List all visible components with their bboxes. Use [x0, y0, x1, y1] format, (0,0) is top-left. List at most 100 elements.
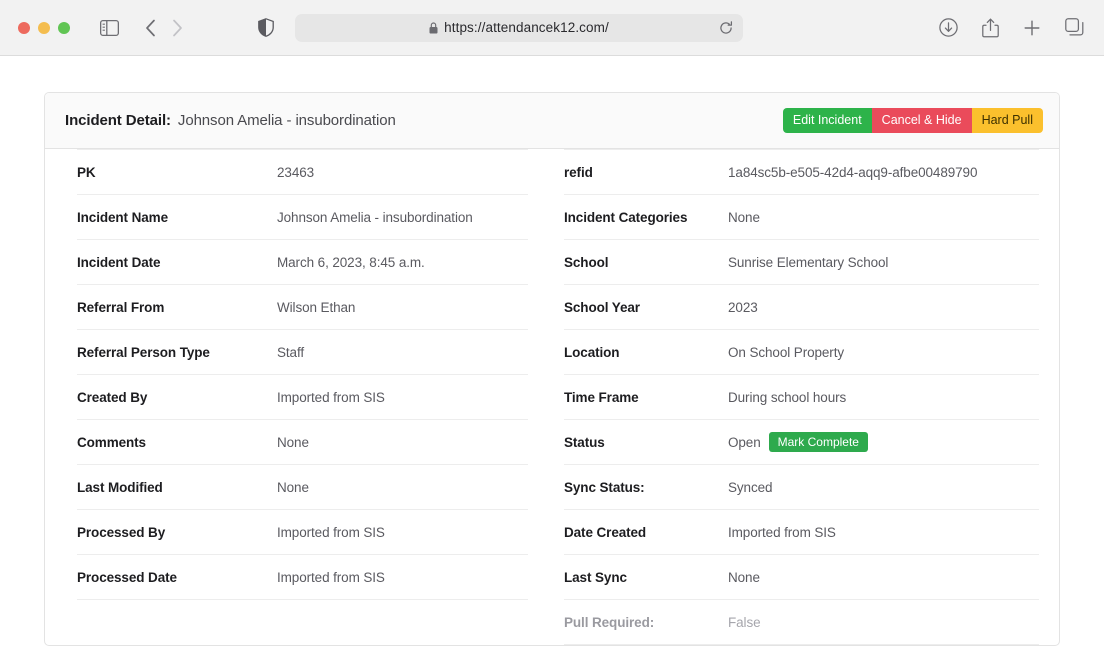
left-detail-table: PK 23463 Incident Name Johnson Amelia - …	[77, 149, 528, 600]
header-action-buttons: Edit Incident Cancel & Hide Hard Pull	[782, 108, 1043, 133]
table-row-status: Status Open Mark Complete	[564, 419, 1039, 465]
row-value: None	[728, 194, 1039, 240]
zoom-window-button[interactable]	[58, 21, 70, 34]
row-value: None	[728, 554, 1039, 600]
chevron-left-icon[interactable]	[145, 19, 156, 37]
minimize-window-button[interactable]	[38, 21, 50, 34]
row-label: Location	[564, 329, 728, 375]
row-value: Synced	[728, 464, 1039, 510]
row-value: During school hours	[728, 374, 1039, 420]
share-icon[interactable]	[982, 18, 999, 38]
hard-pull-button[interactable]: Hard Pull	[971, 108, 1043, 133]
table-row: Last Sync None	[564, 554, 1039, 600]
incident-detail-card: Incident Detail: Johnson Amelia - insubo…	[44, 92, 1060, 646]
table-row: Incident Name Johnson Amelia - insubordi…	[77, 194, 528, 240]
lock-icon	[429, 21, 438, 34]
row-value: 23463	[277, 149, 528, 195]
card-body: PK 23463 Incident Name Johnson Amelia - …	[45, 149, 1059, 645]
table-row: Pull Required: False	[564, 599, 1039, 645]
row-value: Imported from SIS	[277, 554, 528, 600]
row-value: Johnson Amelia - insubordination	[277, 194, 528, 240]
row-value: March 6, 2023, 8:45 a.m.	[277, 239, 528, 285]
row-label: PK	[77, 149, 277, 195]
sidebar-icon[interactable]	[100, 19, 119, 36]
shield-icon[interactable]	[258, 18, 274, 37]
right-table-body: refid 1a84sc5b-e505-42d4-aqq9-afbe004897…	[564, 149, 1039, 645]
row-value: 1a84sc5b-e505-42d4-aqq9-afbe00489790	[728, 149, 1039, 195]
table-row: Incident Categories None	[564, 194, 1039, 240]
close-window-button[interactable]	[18, 21, 30, 34]
page-title: Incident Detail:	[65, 112, 171, 129]
row-value: Wilson Ethan	[277, 284, 528, 330]
row-label: Created By	[77, 374, 277, 420]
row-value: 2023	[728, 284, 1039, 330]
row-label: Processed By	[77, 509, 277, 555]
row-label: Processed Date	[77, 554, 277, 600]
row-label: School Year	[564, 284, 728, 330]
window-controls	[18, 21, 70, 34]
table-row: Referral Person Type Staff	[77, 329, 528, 375]
row-label: Time Frame	[564, 374, 728, 420]
row-value: False	[728, 599, 1039, 645]
row-label: Status	[564, 419, 728, 465]
table-row: Location On School Property	[564, 329, 1039, 375]
chevron-right-icon	[172, 19, 183, 37]
row-label: Referral Person Type	[77, 329, 277, 375]
table-row: Incident Date March 6, 2023, 8:45 a.m.	[77, 239, 528, 285]
right-detail-table: refid 1a84sc5b-e505-42d4-aqq9-afbe004897…	[564, 149, 1039, 645]
table-row: Time Frame During school hours	[564, 374, 1039, 420]
right-detail-column: refid 1a84sc5b-e505-42d4-aqq9-afbe004897…	[552, 149, 1059, 645]
plus-icon[interactable]	[1023, 19, 1041, 37]
row-label: refid	[564, 149, 728, 195]
reload-icon[interactable]	[719, 20, 733, 35]
row-label: Last Sync	[564, 554, 728, 600]
url-text: https://attendancek12.com/	[444, 20, 609, 35]
row-value-status: Open Mark Complete	[728, 419, 1039, 465]
row-value: Imported from SIS	[277, 374, 528, 420]
download-icon[interactable]	[939, 18, 958, 37]
table-row: PK 23463	[77, 149, 528, 195]
row-label: Incident Categories	[564, 194, 728, 240]
status-cell: Open Mark Complete	[728, 432, 1039, 452]
table-row: refid 1a84sc5b-e505-42d4-aqq9-afbe004897…	[564, 149, 1039, 195]
row-value: On School Property	[728, 329, 1039, 375]
browser-toolbar: https://attendancek12.com/	[0, 0, 1104, 56]
page-content: Incident Detail: Johnson Amelia - insubo…	[0, 56, 1104, 657]
incident-subject: Johnson Amelia - insubordination	[177, 112, 396, 129]
row-label: Last Modified	[77, 464, 277, 510]
row-label: Pull Required:	[564, 599, 728, 645]
toolbar-actions	[939, 18, 1084, 38]
table-row: Date Created Imported from SIS	[564, 509, 1039, 555]
mark-complete-button[interactable]: Mark Complete	[768, 432, 868, 452]
row-value: None	[277, 464, 528, 510]
row-label: Referral From	[77, 284, 277, 330]
table-row: School Year 2023	[564, 284, 1039, 330]
row-label: Sync Status:	[564, 464, 728, 510]
cancel-and-hide-button[interactable]: Cancel & Hide	[871, 108, 972, 133]
table-row: Comments None	[77, 419, 528, 465]
row-value: Imported from SIS	[277, 509, 528, 555]
row-value: Sunrise Elementary School	[728, 239, 1039, 285]
row-value: Imported from SIS	[728, 509, 1039, 555]
left-detail-column: PK 23463 Incident Name Johnson Amelia - …	[45, 149, 552, 645]
address-bar[interactable]: https://attendancek12.com/	[295, 13, 743, 42]
row-label: Incident Date	[77, 239, 277, 285]
card-header: Incident Detail: Johnson Amelia - insubo…	[45, 93, 1059, 149]
left-table-body: PK 23463 Incident Name Johnson Amelia - …	[77, 149, 528, 600]
row-label: Comments	[77, 419, 277, 465]
table-row: Created By Imported from SIS	[77, 374, 528, 420]
status-badge: Open	[728, 434, 761, 450]
table-row: Referral From Wilson Ethan	[77, 284, 528, 330]
address-content: https://attendancek12.com/	[429, 20, 609, 35]
table-row: Processed By Imported from SIS	[77, 509, 528, 555]
row-label: Incident Name	[77, 194, 277, 240]
table-row: Sync Status: Synced	[564, 464, 1039, 510]
row-value: Staff	[277, 329, 528, 375]
table-row: Processed Date Imported from SIS	[77, 554, 528, 600]
table-row: Last Modified None	[77, 464, 528, 510]
table-row: School Sunrise Elementary School	[564, 239, 1039, 285]
tab-overview-icon[interactable]	[1065, 18, 1084, 37]
edit-incident-button[interactable]: Edit Incident	[782, 108, 872, 133]
row-label: School	[564, 239, 728, 285]
row-label: Date Created	[564, 509, 728, 555]
